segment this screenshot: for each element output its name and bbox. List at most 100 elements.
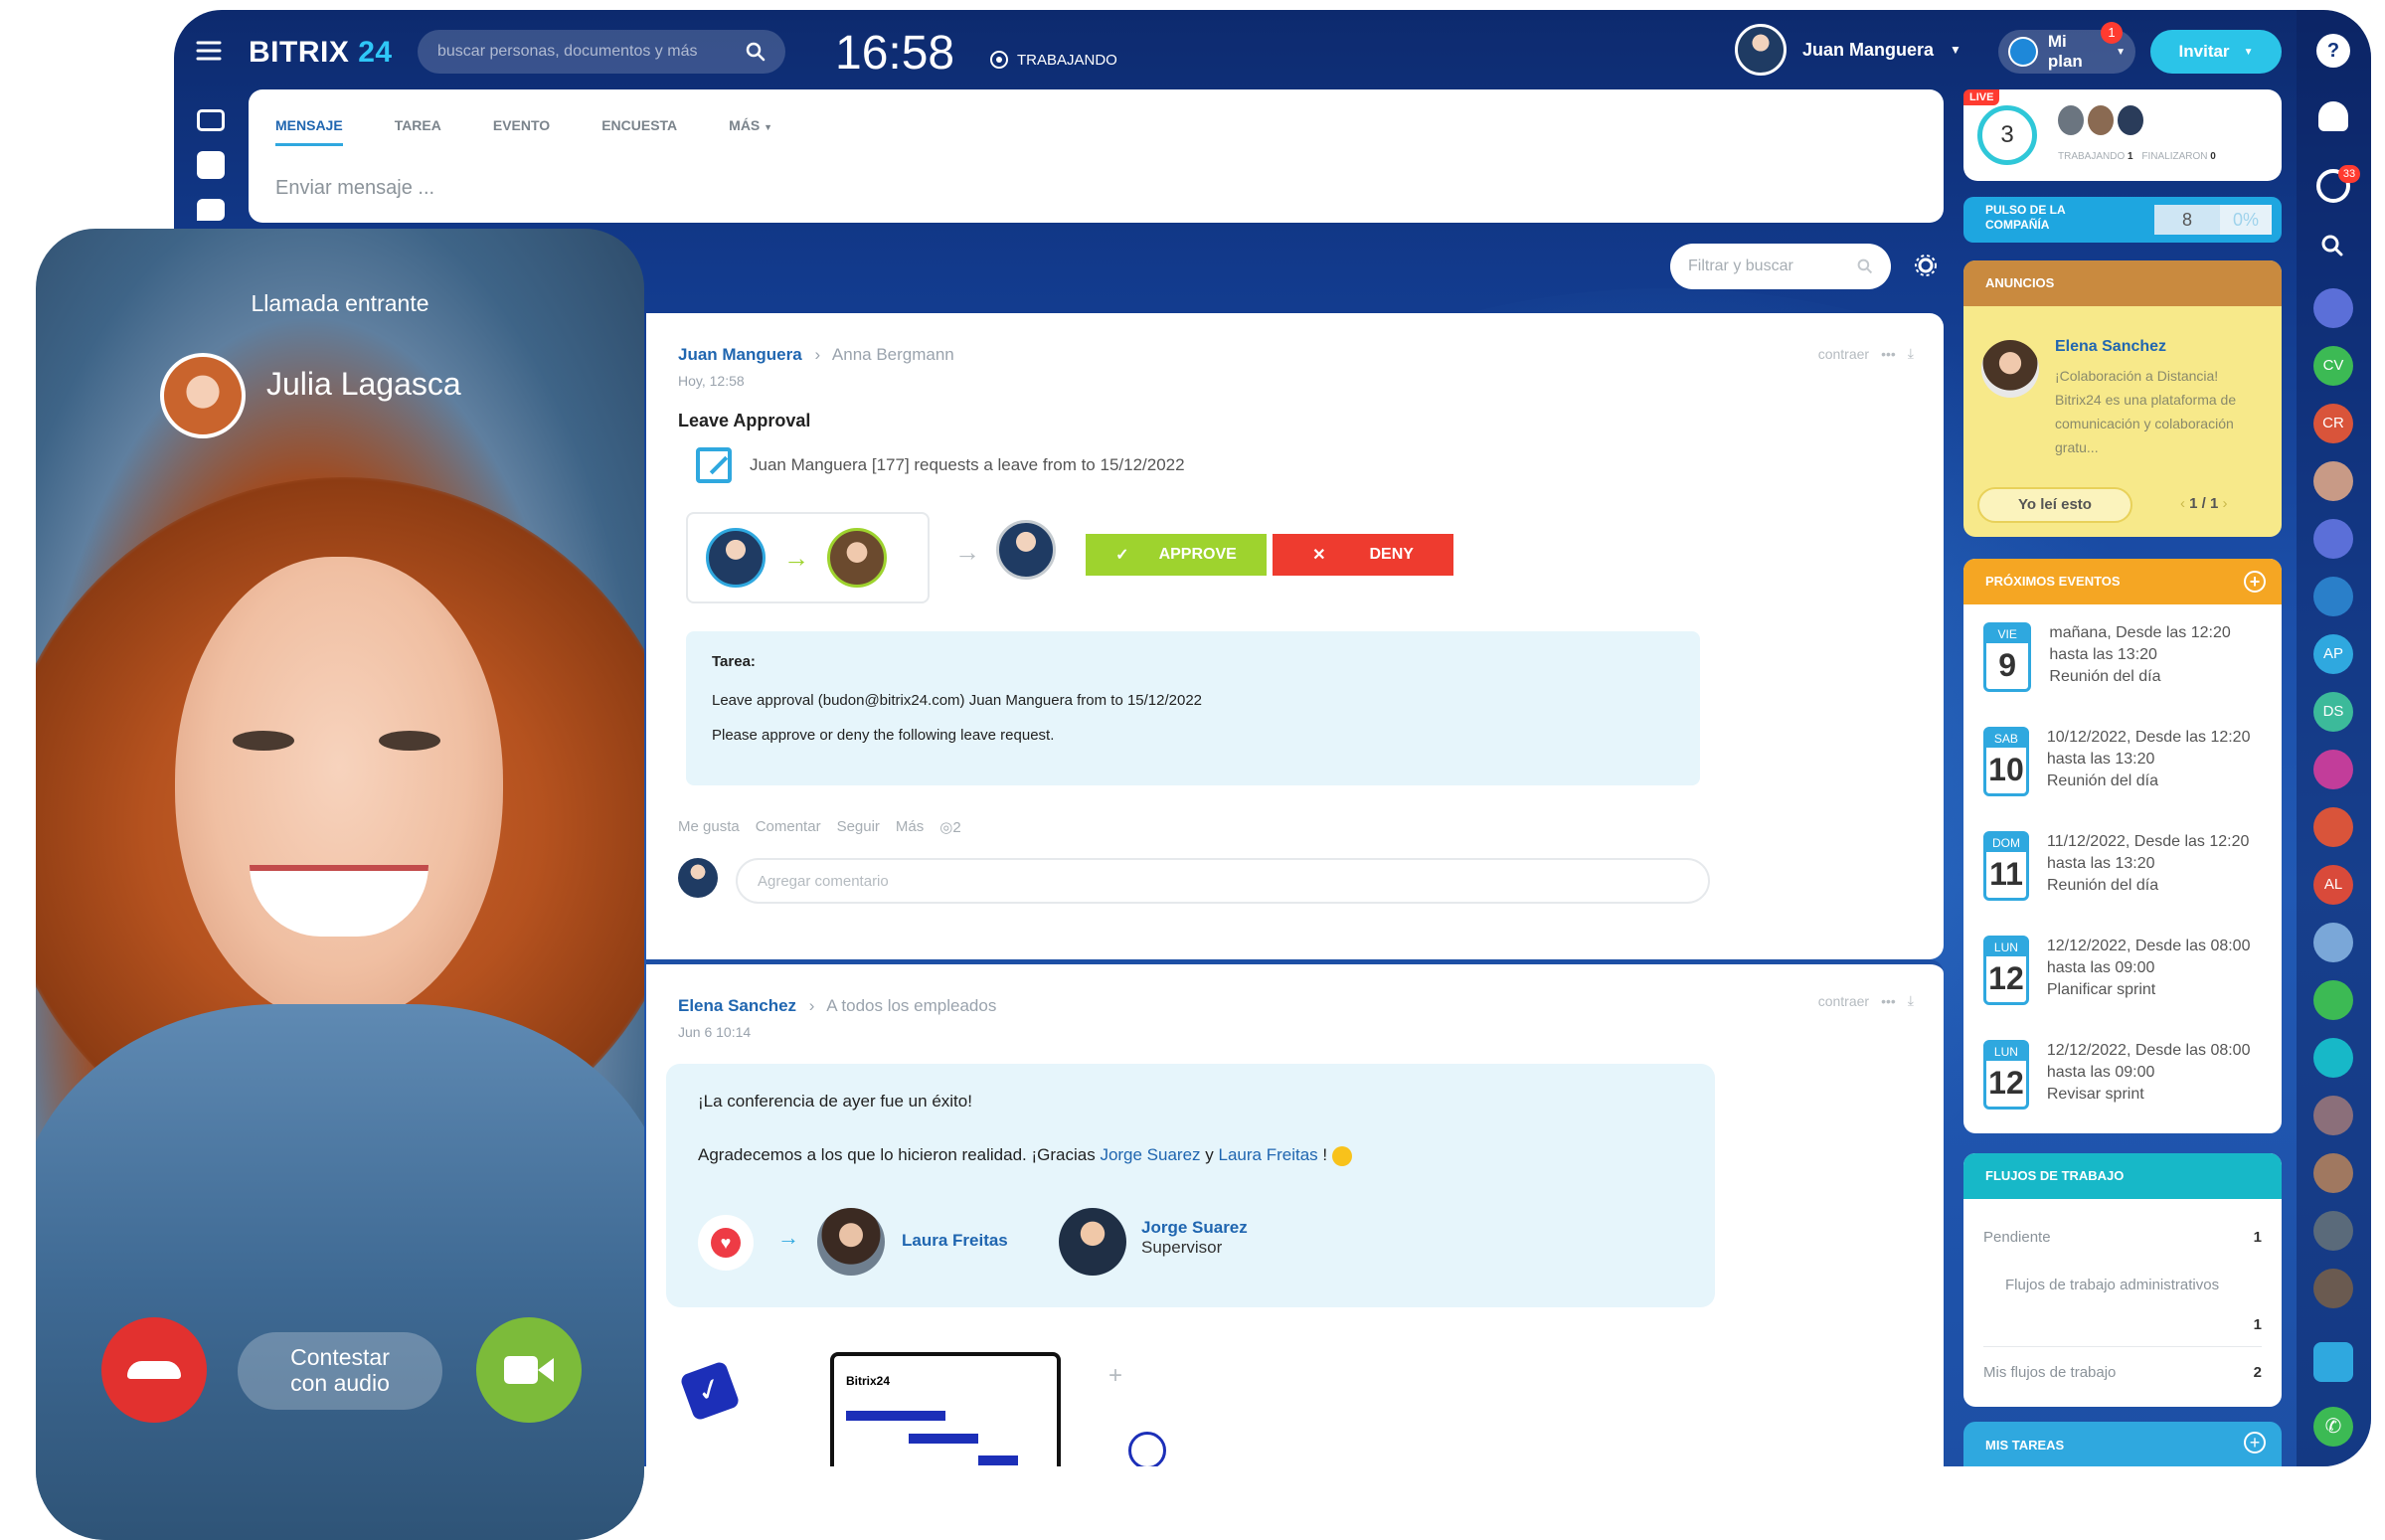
avatar[interactable]: AP: [2313, 634, 2353, 674]
plan-label: Mi plan: [2047, 32, 2083, 71]
work-status[interactable]: TRABAJANDO: [989, 50, 1117, 70]
plus-icon: +: [1108, 1362, 1123, 1389]
announcement-author[interactable]: Elena Sanchez: [2055, 338, 2166, 356]
settings-gear-icon[interactable]: [1914, 254, 1938, 277]
invite-button[interactable]: Invitar ▼: [2150, 30, 2282, 74]
group-chat-icon[interactable]: [2313, 807, 2353, 847]
chevron-right-icon[interactable]: ›: [2223, 495, 2228, 512]
group-chat-icon[interactable]: [2313, 577, 2353, 616]
avatar[interactable]: [2313, 461, 2353, 501]
avatar[interactable]: CV: [2313, 346, 2353, 386]
deny-label: DENY: [1369, 546, 1414, 563]
answer-video-button[interactable]: [476, 1317, 582, 1423]
post-author[interactable]: Juan Manguera: [678, 345, 802, 364]
thanks-sender-name[interactable]: Jorge Suarez: [1141, 1218, 1248, 1238]
logout-icon[interactable]: [2313, 1342, 2353, 1382]
events-list: VIE 9 mañana, Desde las 12:20 hasta las 1…: [1983, 622, 2272, 1133]
feed-filter-input[interactable]: Filtrar y buscar: [1670, 244, 1891, 289]
more-dots-icon[interactable]: •••: [1881, 346, 1896, 362]
search-icon: [746, 42, 766, 62]
group-chat-icon[interactable]: [2313, 519, 2353, 559]
mention-jorge[interactable]: Jorge Suarez: [1100, 1145, 1200, 1164]
avatar: [706, 528, 766, 588]
decline-call-button[interactable]: [101, 1317, 207, 1423]
search-input[interactable]: buscar personas, documentos y más: [418, 30, 785, 74]
tab-more[interactable]: MÁS ▼: [729, 117, 772, 146]
hamburger-menu-icon[interactable]: [196, 40, 222, 62]
group-chat-icon[interactable]: [2313, 980, 2353, 1020]
mention-laura[interactable]: Laura Freitas: [1219, 1145, 1318, 1164]
avatar[interactable]: [2313, 923, 2353, 962]
help-icon[interactable]: ?: [2316, 34, 2350, 68]
announcement-text: ¡Colaboración a Distancia! Bitrix24 es u…: [2055, 368, 2237, 455]
message-input[interactable]: Enviar mensaje ...: [275, 177, 434, 200]
wf-admin-label[interactable]: Flujos de trabajo administrativos: [2005, 1277, 2219, 1293]
event-title[interactable]: Reunión del día: [2047, 875, 2272, 897]
post-time: Hoy, 12:58: [678, 373, 745, 389]
user-menu[interactable]: Juan Manguera ▼: [1735, 24, 1961, 76]
collapse-link[interactable]: contraer ••• ⤓: [1818, 345, 1914, 362]
event-title[interactable]: Planificar sprint: [2047, 979, 2272, 1001]
tab-encuesta[interactable]: ENCUESTA: [601, 117, 677, 146]
avatar[interactable]: AL: [2313, 865, 2353, 905]
tab-tarea[interactable]: TAREA: [395, 117, 441, 146]
add-task-icon[interactable]: +: [2244, 1432, 2266, 1454]
follow-link[interactable]: Seguir: [837, 818, 880, 836]
add-event-icon[interactable]: +: [2244, 571, 2266, 593]
event-item[interactable]: LUN 12 12/12/2022, Desde las 08:00 hasta …: [1983, 936, 2272, 1040]
post-author[interactable]: Elena Sanchez: [678, 996, 796, 1015]
chevron-left-icon[interactable]: ‹: [2180, 495, 2185, 512]
tab-mensaje[interactable]: MENSAJE: [275, 117, 343, 146]
read-button-label: Yo leí esto: [2018, 496, 2092, 513]
pin-icon[interactable]: ⤓: [1908, 992, 1914, 1009]
announcement-pager[interactable]: ‹ 1 / 1 ›: [2180, 495, 2228, 512]
avatar-initials: DS: [2322, 703, 2344, 720]
tab-evento[interactable]: EVENTO: [493, 117, 550, 146]
calendar-chat-icon[interactable]: [2313, 1038, 2353, 1078]
phone-icon[interactable]: ✆: [2313, 1407, 2353, 1447]
group-chat-icon[interactable]: [2313, 750, 2353, 789]
avatar[interactable]: DS: [2313, 692, 2353, 732]
comment-input[interactable]: Agregar comentario: [736, 858, 1710, 904]
event-title[interactable]: Reunión del día: [2049, 666, 2272, 688]
tasks-icon[interactable]: [197, 151, 225, 179]
event-item[interactable]: LUN 12 12/12/2022, Desde las 08:00 hasta …: [1983, 1040, 2272, 1133]
company-pulse[interactable]: PULSO DE LA COMPAÑÍA 8 0%: [1963, 197, 2282, 243]
avatar[interactable]: [2313, 1096, 2353, 1135]
more-link[interactable]: Más: [896, 818, 924, 836]
search-icon[interactable]: [2320, 234, 2344, 262]
avatar[interactable]: [2313, 1269, 2353, 1308]
request-row: Juan Manguera [177] requests a leave fro…: [696, 447, 1185, 483]
read-button[interactable]: Yo leí esto: [1977, 487, 2132, 523]
avatar[interactable]: CR: [2313, 404, 2353, 443]
answer-audio-button[interactable]: Contestar con audio: [238, 1332, 442, 1410]
approve-button[interactable]: ✓ APPROVE: [1086, 534, 1267, 576]
chat-icon[interactable]: [197, 199, 225, 221]
like-link[interactable]: Me gusta: [678, 818, 740, 836]
event-item[interactable]: DOM 11 11/12/2022, Desde las 12:20 hasta …: [1983, 831, 2272, 936]
event-title[interactable]: Revisar sprint: [2047, 1084, 2272, 1106]
group-chat-icon[interactable]: [2313, 288, 2353, 328]
divider: [1983, 1346, 2262, 1347]
pin-icon[interactable]: ⤓: [1908, 345, 1914, 362]
wf-mine-row[interactable]: Mis flujos de trabajo 2: [1983, 1364, 2262, 1381]
brand-logo[interactable]: BITRIX 24: [249, 36, 393, 70]
comment-link[interactable]: Comentar: [756, 818, 821, 836]
event-item[interactable]: SAB 10 10/12/2022, Desde las 12:20 hasta …: [1983, 727, 2272, 831]
thanks-recipient[interactable]: Laura Freitas: [902, 1231, 1008, 1251]
post-composer: MENSAJE TAREA EVENTO ENCUESTA MÁS ▼ Envi…: [249, 89, 1944, 223]
deny-button[interactable]: ✕ DENY: [1273, 534, 1453, 576]
bell-icon[interactable]: [2318, 101, 2348, 131]
post-line-1: ¡La conferencia de ayer fue un éxito!: [698, 1092, 972, 1111]
live-feed-icon[interactable]: [197, 109, 225, 131]
wf-pending-row[interactable]: Pendiente 1: [1983, 1229, 2262, 1246]
post-recipient[interactable]: A todos los empleados: [826, 996, 996, 1015]
avatar: [1735, 24, 1787, 76]
avatar[interactable]: [2313, 1153, 2353, 1193]
post-recipient[interactable]: Anna Bergmann: [832, 345, 954, 364]
more-dots-icon[interactable]: •••: [1881, 993, 1896, 1009]
event-item[interactable]: VIE 9 mañana, Desde las 12:20 hasta las 1…: [1983, 622, 2272, 727]
avatar[interactable]: [2313, 1211, 2353, 1251]
event-title[interactable]: Reunión del día: [2047, 770, 2272, 792]
collapse-link[interactable]: contraer ••• ⤓: [1818, 992, 1914, 1009]
